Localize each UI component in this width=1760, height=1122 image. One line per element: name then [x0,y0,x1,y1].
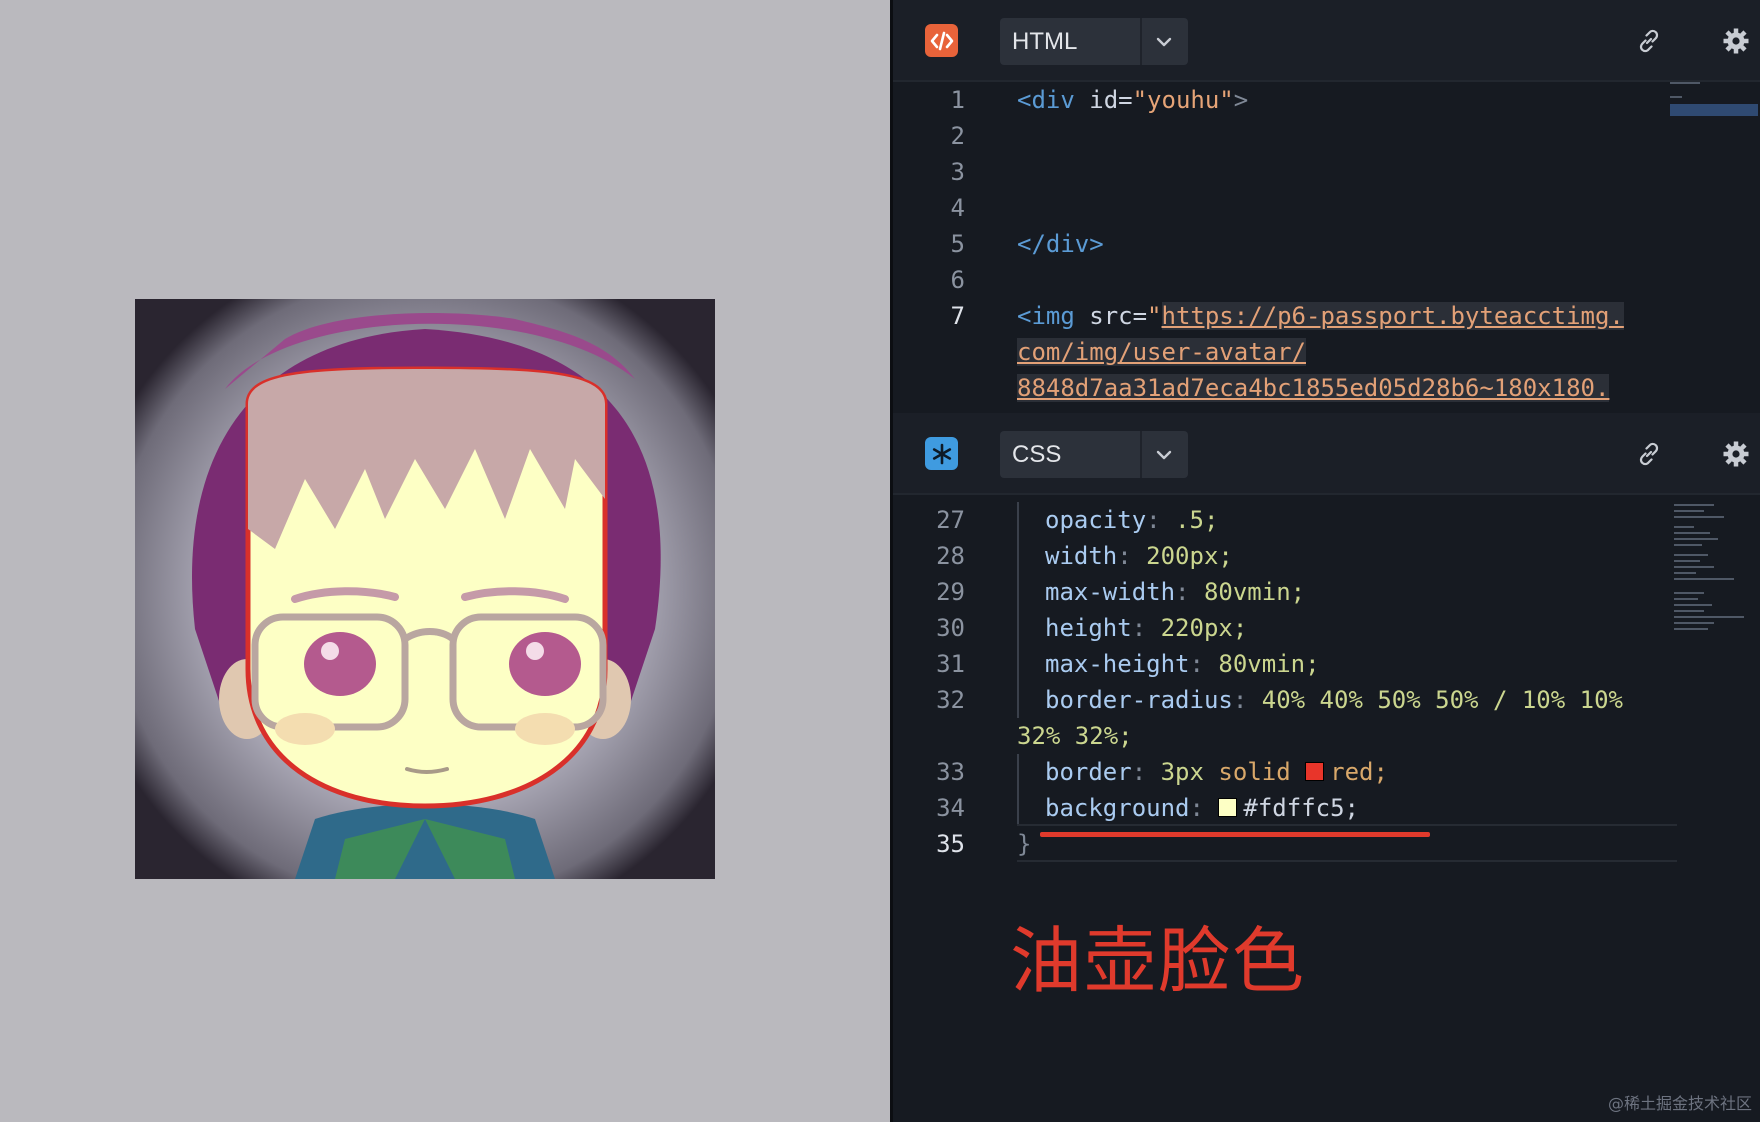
line-number: 7 [950,302,965,330]
gear-icon[interactable] [1721,26,1751,56]
line-number: 6 [950,266,965,294]
code-line: <img src="https://p6-passport.byteacctim… [1017,302,1624,330]
html-language-label: HTML [1012,28,1078,55]
code-line: 8848d7aa31ad7eca4bc1855ed05d28b6~180x180… [1017,374,1610,402]
code-line: background: #fdffc5; [1045,794,1359,822]
html-panel-header: HTML [893,0,1760,82]
line-number: 30 [936,614,965,642]
underline-mark [1040,832,1430,837]
red-color-swatch[interactable] [1305,762,1325,781]
css-language-select[interactable]: CSS [1000,431,1188,478]
code-line: com/img/user-avatar/ [1017,338,1306,366]
code-line: border-radius: 40% 40% 50% 50% / 10% 10% [1045,686,1623,714]
html-minimap[interactable] [1670,82,1760,142]
code-line: max-width: 80vmin; [1045,578,1306,606]
html-code-area[interactable]: 1 2 3 4 5 6 7 <div id="youhu"> </div> <i… [893,82,1760,412]
line-number: 28 [936,542,965,570]
link-icon[interactable] [1634,26,1664,56]
line-number: 29 [936,578,965,606]
line-number: 34 [936,794,965,822]
html-language-select[interactable]: HTML [1000,18,1188,65]
code-line: } [1017,830,1032,858]
code-line: <div id="youhu"> [1017,86,1249,114]
line-number: 3 [950,158,965,186]
code-line: border: 3px solid red; [1045,758,1388,786]
line-number: 5 [950,230,965,258]
css-minimap[interactable] [1670,502,1760,642]
chevron-down-icon [1156,450,1172,460]
watermark: @稀土掘金技术社区 [1607,1094,1752,1113]
yellow-color-swatch[interactable] [1218,798,1238,817]
preview-pane [0,0,890,1122]
line-number: 32 [936,686,965,714]
line-number: 1 [950,86,965,114]
link-icon[interactable] [1634,439,1664,469]
chevron-down-icon [1156,37,1172,47]
css-code-area[interactable]: 27 28 29 30 31 32 33 34 35 opacity: .5; … [893,502,1760,1122]
css-language-label: CSS [1012,441,1062,468]
line-number: 2 [950,122,965,150]
line-number: 35 [936,830,965,858]
line-number: 33 [936,758,965,786]
annotation-text: 油壶脸色 [1010,919,1307,1003]
line-number: 27 [936,506,965,534]
code-line: </div> [1017,230,1104,258]
code-line: width: 200px; [1045,542,1233,570]
gear-icon[interactable] [1721,439,1751,469]
avatar-illustration [135,299,715,879]
css-panel-header: CSS [893,413,1760,495]
html-code-icon [925,24,958,57]
code-line: max-height: 80vmin; [1045,650,1320,678]
css-asterisk-icon [925,437,958,470]
code-line: opacity: .5; [1045,506,1219,534]
line-number: 31 [936,650,965,678]
code-editor: HTML 1 2 3 4 5 6 7 <div id="youhu"> </di… [893,0,1760,1122]
line-number: 4 [950,194,965,222]
avatar-image [135,299,715,879]
code-line-wrap: 32% 32%; [1017,722,1133,750]
code-line: height: 220px; [1045,614,1248,642]
